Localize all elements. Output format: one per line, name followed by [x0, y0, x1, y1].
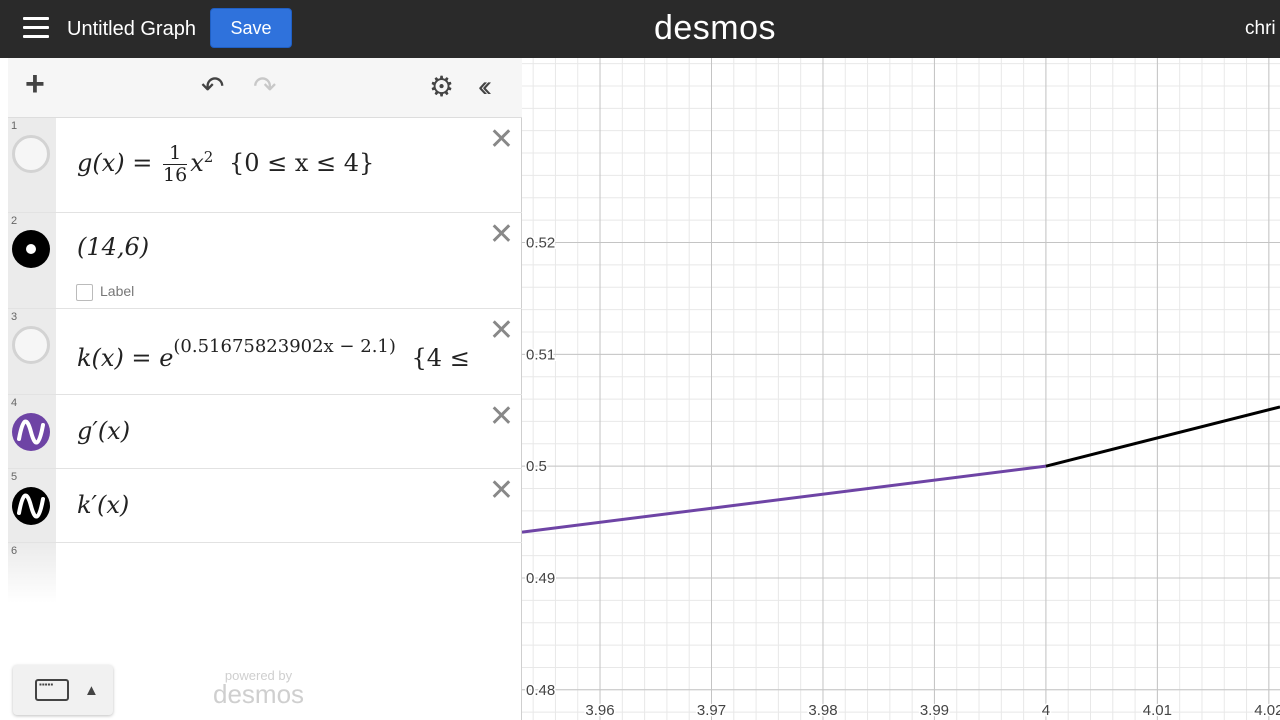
y-tick-label: 0.48 [526, 682, 555, 699]
y-tick-label: 0.51 [526, 346, 555, 363]
close-icon[interactable]: ✕ [489, 220, 514, 250]
user-name[interactable]: chri [1245, 18, 1280, 40]
label-checkbox[interactable]: Label [76, 283, 134, 301]
expression-math[interactable]: k(x) = e(0.51675823902x − 2.1) {4 ≤ [77, 336, 470, 372]
graph-canvas[interactable]: 3.96 3.97 3.98 3.99 4 4.01 4.02 0.52 0.51 0.5 0.49… [522, 58, 1280, 720]
expression-toolbar: + ↶ ↷ ⚙ ‹‹ [8, 58, 522, 118]
top-bar: Untitled Graph Save desmos chri [0, 0, 1280, 58]
expression-row[interactable]: 2 (14,6) Label ✕ [8, 213, 522, 309]
expression-number: 3 [11, 311, 18, 323]
keyboard-icon [35, 679, 69, 701]
expression-number: 4 [11, 397, 18, 409]
expression-panel: + ↶ ↷ ⚙ ‹‹ 1 g(x) = 1 16 x2 {0 ≤ x ≤ 4} ✕ … [8, 58, 522, 720]
plus-icon[interactable]: + [25, 67, 45, 101]
checkbox-icon[interactable] [76, 283, 93, 301]
graph-curve-2 [1045, 405, 1280, 468]
expression-row[interactable]: 1 g(x) = 1 16 x2 {0 ≤ x ≤ 4} ✕ [8, 118, 522, 213]
graph-wave-icon[interactable] [12, 413, 50, 451]
x-tick-label: 3.96 [585, 702, 614, 719]
x-tick-label: 3.99 [920, 702, 949, 719]
hidden-graph-icon[interactable] [12, 135, 50, 173]
expression-number: 5 [11, 471, 18, 483]
double-chevron-left-icon[interactable]: ‹‹ [478, 72, 492, 102]
expression-number: 6 [11, 545, 18, 557]
close-icon[interactable]: ✕ [489, 402, 514, 432]
y-tick-label: 0.52 [526, 235, 555, 252]
expression-row[interactable]: 5 k′(x) ✕ [8, 469, 522, 543]
close-icon[interactable]: ✕ [489, 316, 514, 346]
expression-row-empty[interactable]: 6 [8, 543, 522, 603]
menu-icon[interactable] [23, 17, 49, 39]
expression-math[interactable]: g(x) = 1 16 x2 {0 ≤ x ≤ 4} [77, 143, 374, 186]
x-tick-label: 3.97 [697, 702, 726, 719]
graph-svg[interactable]: 3.96 3.97 3.98 3.99 4 4.01 4.02 0.52 0.51 0.5 0.49… [522, 58, 1280, 720]
expression-math[interactable]: g′(x) [77, 417, 130, 445]
expression-number: 2 [11, 215, 18, 227]
expression-number: 1 [11, 120, 18, 132]
expression-math[interactable]: k′(x) [77, 491, 129, 519]
keyboard-toggle-button[interactable]: ▲ [13, 665, 113, 715]
point-icon[interactable] [12, 230, 50, 268]
powered-by-logo[interactable]: powered by desmos [213, 668, 304, 710]
graph-wave-icon[interactable] [12, 487, 50, 525]
triangle-up-icon: ▲ [84, 682, 99, 699]
expression-math[interactable]: (14,6) [77, 233, 149, 261]
x-tick-label: 4 [1042, 702, 1050, 719]
close-icon[interactable]: ✕ [489, 476, 514, 506]
redo-icon[interactable]: ↷ [253, 72, 276, 102]
gear-icon[interactable]: ⚙ [429, 72, 454, 102]
x-tick-label: 4.01 [1143, 702, 1172, 719]
save-button[interactable]: Save [210, 8, 292, 48]
y-tick-label: 0.49 [526, 570, 555, 587]
expression-row[interactable]: 3 k(x) = e(0.51675823902x − 2.1) {4 ≤ ✕ [8, 309, 522, 395]
x-tick-label: 4.02 [1254, 702, 1280, 719]
graph-title[interactable]: Untitled Graph [67, 18, 196, 41]
undo-icon[interactable]: ↶ [201, 72, 224, 102]
x-tick-label: 3.98 [808, 702, 837, 719]
graph-curve-1 [522, 464, 1047, 534]
expression-row[interactable]: 4 g′(x) ✕ [8, 395, 522, 469]
y-tick-label: 0.5 [526, 458, 547, 475]
hidden-graph-icon[interactable] [12, 326, 50, 364]
close-icon[interactable]: ✕ [489, 125, 514, 155]
